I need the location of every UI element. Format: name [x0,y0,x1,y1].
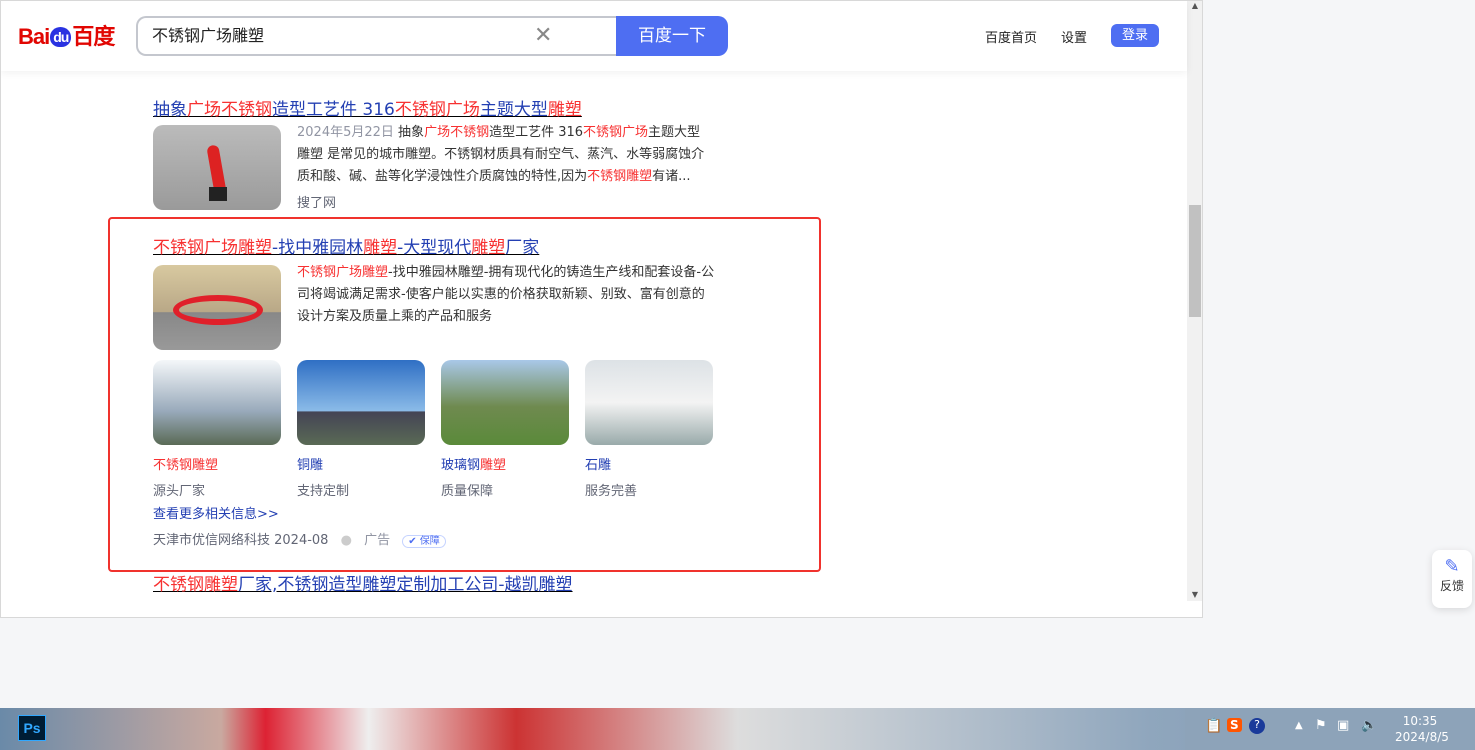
card-title[interactable]: 玻璃钢雕塑 [441,454,569,473]
browser-page: Bai du 百度 不锈钢广场雕塑 ✕ 百度一下 百度首页 设置 登录 抽象广场不锈… [0,0,1203,618]
clear-icon[interactable]: ✕ [534,23,552,48]
pen-icon: ✎ [1444,556,1460,577]
search-button[interactable]: 百度一下 [616,16,728,56]
help-icon[interactable]: ? [1249,718,1265,734]
ad-label: 广告 [364,533,391,548]
card-subtitle: 服务完善 [585,484,638,499]
text-segment: 不锈钢雕塑 [153,575,238,595]
volume-icon[interactable]: 🔈 [1361,718,1377,733]
text-segment: 雕塑 [471,238,506,258]
ad-description: 不锈钢广场雕塑-找中雅园林雕塑-拥有现代化的铸造生产线和配套设备-公司将竭诚满足… [297,265,715,324]
text-segment: 不锈钢广场 [394,100,480,120]
card-subtitle: 支持定制 [297,484,350,499]
text-segment: 广场不锈钢 [187,100,272,120]
result-source[interactable]: 搜了网 [297,192,336,211]
text-segment: 厂家,不锈钢造型雕塑定制加工公司-越凯雕塑 [238,575,573,595]
dropdown-icon[interactable]: ● [341,533,352,548]
text-segment: 有诸... [652,169,691,184]
card-image[interactable] [441,360,569,445]
guarantee-badge[interactable]: ✔ 保障 [402,535,446,548]
card-title[interactable]: 铜雕 [297,454,425,473]
card-title[interactable]: 不锈钢雕塑 [153,454,281,473]
text-segment: 广场不锈钢 [424,125,490,140]
text-segment: 铜雕 [297,458,324,473]
text-segment: 不锈钢雕塑 [587,169,653,184]
text-segment: 抽象 [153,100,187,120]
card-image[interactable] [153,360,281,445]
text-segment: 雕塑 [363,238,398,258]
result-thumbnail[interactable] [153,125,281,210]
text-segment: 抽象 [398,125,425,140]
text-segment: 造型工艺件 316 [489,125,584,140]
clock[interactable]: 10:35 2024/8/5 [1395,713,1449,745]
ad-thumbnail[interactable] [153,265,281,350]
text-segment: -大型现代 [397,238,472,258]
ad-card[interactable]: 石雕 服务完善 [585,360,713,499]
text-segment: 主题大型 [479,100,548,120]
text-segment: 不锈钢雕塑 [153,458,219,473]
text-segment: 玻璃钢 [441,458,481,473]
card-image[interactable] [297,360,425,445]
result-title[interactable]: 抽象广场不锈钢造型工艺件 316不锈钢广场主题大型雕塑 [153,95,582,120]
baidu-logo[interactable]: Bai du 百度 [18,19,115,51]
ad-source: 天津市优信网络科技 2024-08 ● 广告 ✔ 保障 [153,529,446,548]
nav-settings-link[interactable]: 设置 [1061,27,1087,46]
ad-card[interactable]: 铜雕 支持定制 [297,360,425,499]
text-segment: 雕塑 [480,458,507,473]
notes-icon[interactable]: 📋 [1205,718,1222,734]
text-segment: 厂家 [505,238,540,258]
ad-title[interactable]: 不锈钢广场雕塑-找中雅园林雕塑-大型现代雕塑厂家 [153,233,539,258]
card-image[interactable] [585,360,713,445]
card-subtitle: 源头厂家 [153,484,206,499]
ad-source-text: 天津市优信网络科技 2024-08 [153,533,329,548]
text-segment: 不锈钢广场 [583,125,649,140]
sogou-icon[interactable]: S [1227,718,1242,732]
ad-card[interactable]: 不锈钢雕塑 源头厂家 [153,360,281,499]
card-title[interactable]: 石雕 [585,454,713,473]
login-button[interactable]: 登录 [1111,24,1159,47]
more-info-link[interactable]: 查看更多相关信息>> [153,503,279,522]
text-segment: 雕塑 [547,100,582,120]
show-hidden-icons[interactable]: ▲ [1295,720,1303,731]
network-icon[interactable]: ▣ [1337,718,1349,733]
taskbar: Ps 📋 S ? ▲ ⚑ ▣ 🔈 10:35 2024/8/5 [0,708,1475,750]
text-segment: 石雕 [585,458,612,473]
result-title[interactable]: 不锈钢雕塑厂家,不锈钢造型雕塑定制加工公司-越凯雕塑 [153,570,573,595]
header: Bai du 百度 不锈钢广场雕塑 ✕ 百度一下 百度首页 设置 登录 [1,1,1187,71]
card-subtitle: 质量保障 [441,484,494,499]
scrollbar-thumb[interactable] [1189,205,1201,317]
action-center-flag-icon[interactable]: ⚑ [1315,718,1327,733]
text-segment: -找中雅园林 [272,238,364,258]
ad-card[interactable]: 玻璃钢雕塑质量保障 [441,360,569,499]
feedback-button[interactable]: ✎ 反馈 [1432,550,1472,608]
text-segment: 造型工艺件 316 [272,100,395,120]
text-segment: 不锈钢广场雕塑 [153,238,272,258]
result-description: 2024年5月22日 抽象广场不锈钢造型工艺件 316不锈钢广场主题大型雕塑 是… [297,125,705,184]
nav-home-link[interactable]: 百度首页 [985,27,1037,46]
photoshop-icon[interactable]: Ps [18,715,46,741]
